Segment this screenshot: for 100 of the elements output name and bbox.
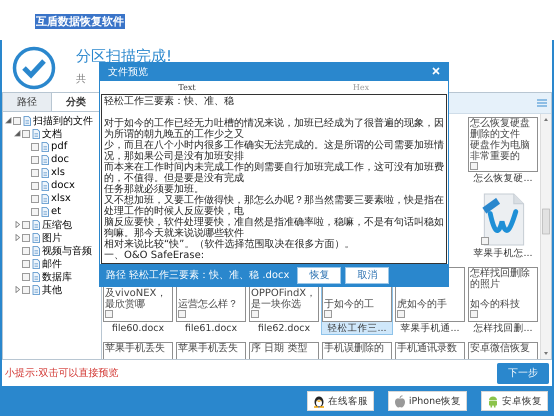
tree-item-label[interactable]: pdf: [51, 141, 68, 152]
close-icon: [432, 67, 440, 75]
tree-item-label[interactable]: 扫描到的文件: [33, 114, 93, 128]
file-name: 苹果手机怎...: [473, 248, 533, 259]
checkbox[interactable]: [470, 310, 478, 318]
checkbox[interactable]: [22, 246, 30, 254]
file-icon: [40, 194, 50, 204]
tree-item-label[interactable]: doc: [51, 154, 69, 165]
collapsed-arrow-icon[interactable]: [14, 286, 21, 293]
file-icon: [31, 246, 41, 256]
tree-item-label[interactable]: 图片: [42, 230, 62, 244]
file-icon: [31, 232, 41, 242]
file-icon: [40, 168, 50, 178]
footer-button[interactable]: 安卓恢复: [481, 391, 548, 411]
tree-item-label[interactable]: xls: [51, 167, 65, 178]
checkbox[interactable]: [22, 130, 30, 138]
checkbox[interactable]: [31, 142, 39, 150]
thumbnail-text: 苹果手机丢失: [105, 343, 166, 354]
checkbox[interactable]: [22, 234, 30, 242]
file-name: 轻松工作三...: [327, 323, 387, 334]
tree-item-label[interactable]: 邮件: [42, 256, 62, 270]
checkbox[interactable]: [481, 237, 489, 245]
tree-item-label[interactable]: 压缩包: [42, 218, 72, 232]
checkbox[interactable]: [31, 182, 39, 190]
checkbox[interactable]: [22, 286, 30, 294]
thumbnail-text: 怎样找回删除 的照片: [470, 268, 531, 290]
file-name: file60.docx: [112, 323, 164, 334]
footer-button[interactable]: 在线客服: [306, 391, 374, 411]
file-item[interactable]: 手机通讯录数: [394, 341, 466, 359]
dialog-button[interactable]: 恢复: [297, 266, 342, 284]
file-name: file62.docx: [258, 323, 310, 334]
collapsed-arrow-icon[interactable]: [14, 234, 21, 241]
checkbox[interactable]: [31, 194, 39, 202]
checkbox[interactable]: [31, 156, 39, 164]
text-preview: 轻松工作三要素：快、准、稳 对于如今的工作已经无力吐槽的情况来说，加班已经成为了很普遍的现象，因为所谓的朝九晚五的工作少之又 少，而且在八个小时内很多工作确实无法完成的。这是所谓的公司需要加班情况，那如果公司是没有加班安排 而本来在工作时间内未完成工作的则需要自行加班完成工作，这可没有加班费的，不值得。但是要是没有完成 任务那就必须要加班。 又不想加班，又要工作做得快，那怎么办呢？那当然需要三要素啦，快是指在处理工作的时候人反应要快，电 脑反应要快，软件处理要快，准自然是指准确率啦，稳嘛，不是有句话叫稳如狗嘛。那今天就来说说哪些软件 相对来说比较“快”。（软件选择范围取决在很多方面）。 一、O&O SafeErase:: [101, 94, 447, 264]
tree-item-label[interactable]: docx: [51, 180, 75, 191]
file-item[interactable]: 怎么恢复硬盘 删除的文件 硬盘作为电脑 非常重要的 怎么恢复硬...: [467, 116, 539, 185]
file-icon-item[interactable]: 苹果手机怎...: [467, 191, 539, 260]
checkbox[interactable]: [251, 310, 259, 318]
checkbox[interactable]: [178, 310, 186, 318]
file-name: 怎么恢复硬...: [473, 173, 533, 184]
checkmark-circle-icon: [12, 46, 56, 90]
file-icon: [31, 272, 41, 282]
file-item[interactable]: 苹果手机丢失: [102, 341, 174, 359]
thumbnail-text: 手机通讯录数: [397, 343, 458, 354]
tree-item-label[interactable]: 视频与音频: [42, 244, 92, 258]
file-item[interactable]: 手机误删除的: [321, 341, 393, 359]
file-name: 苹果手机通...: [400, 323, 460, 334]
tree-item-label[interactable]: 文档: [42, 126, 62, 140]
file-item[interactable]: 怎样找回删除 的照片 如今的科技 怎样找回删...: [467, 266, 539, 335]
scrollbar[interactable]: [540, 114, 551, 359]
checkbox[interactable]: [13, 116, 21, 124]
expanded-arrow-icon[interactable]: [14, 130, 21, 137]
app-title: 互盾数据恢复软件: [35, 14, 125, 29]
apple-icon: [394, 394, 406, 408]
file-icon: [22, 116, 32, 126]
file-icon: [31, 284, 41, 294]
checkbox[interactable]: [22, 260, 30, 268]
tab[interactable]: 路径: [3, 93, 52, 111]
thumbnail-text: 怎么恢复硬盘 删除的文件: [470, 118, 531, 140]
file-name: file61.docx: [184, 323, 238, 334]
file-path: 路径 轻松工作三要素：快、准、稳 .docx: [106, 268, 290, 282]
file-icon: [31, 128, 41, 138]
expanded-arrow-icon[interactable]: [5, 117, 12, 124]
file-item[interactable]: 苹果手机丢失: [175, 341, 247, 359]
file-icon: [31, 220, 41, 230]
checkbox[interactable]: [324, 310, 332, 318]
dialog-button[interactable]: 取消: [345, 266, 390, 284]
tree-item-label[interactable]: 其他: [42, 282, 62, 296]
checkbox[interactable]: [397, 310, 405, 318]
tree-item-label[interactable]: 数据库: [42, 270, 72, 284]
thumbnail-text: 硬盘作为电脑 非常重要的: [470, 140, 531, 162]
thumbnail-text: 手机误删除的: [324, 343, 385, 354]
hint-text: 小提示:双击可以直接预览: [5, 366, 118, 380]
menu-icon[interactable]: [537, 99, 547, 107]
tree-item-label[interactable]: xlsx: [51, 193, 71, 204]
penguin-icon: [312, 394, 325, 408]
next-button[interactable]: 下一步: [497, 362, 549, 384]
thumbnail-text: OPPOFindX， 是一块你选: [251, 288, 317, 310]
thumbnail-text: 及vivoNEX， 最欣赏哪: [105, 288, 168, 310]
scan-summary: 共: [76, 72, 87, 86]
file-name: 怎样找回删...: [473, 323, 533, 334]
collapsed-arrow-icon[interactable]: [14, 221, 21, 228]
thumbnail-text: 苹果手机丢失: [178, 343, 239, 354]
file-icon: [31, 258, 41, 268]
thumbnail-text: 如今的科技: [470, 299, 521, 310]
footer-button[interactable]: iPhone恢复: [388, 391, 467, 411]
checkbox[interactable]: [22, 220, 30, 228]
tree-item-label[interactable]: et: [51, 206, 62, 217]
dialog-title: 文件预览: [108, 66, 148, 79]
thumbnail-text: 虎如今的手: [397, 299, 448, 310]
checkbox[interactable]: [31, 208, 39, 216]
close-button[interactable]: [432, 67, 442, 77]
file-icon: [40, 206, 50, 216]
checkbox[interactable]: [470, 162, 478, 170]
checkbox[interactable]: [105, 310, 113, 318]
file-icon: [40, 180, 50, 190]
checkbox[interactable]: [31, 168, 39, 176]
robot-icon: [487, 394, 499, 408]
checkbox[interactable]: [22, 272, 30, 280]
